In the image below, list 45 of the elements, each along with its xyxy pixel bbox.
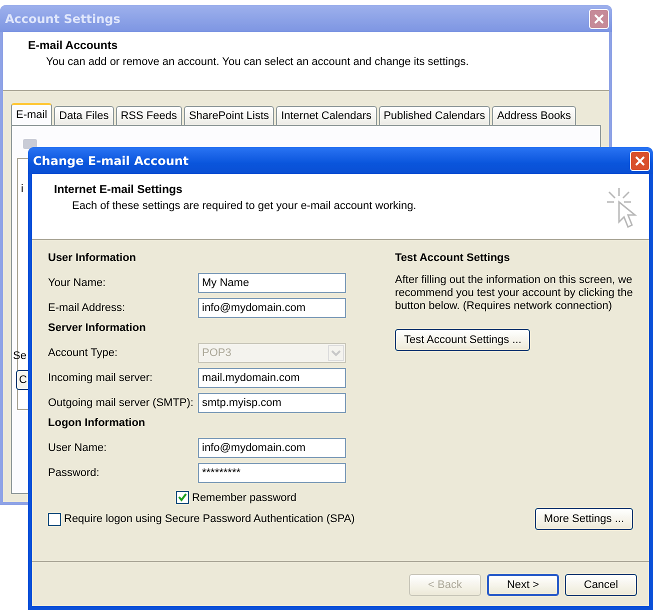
field-label: Account Type: — [48, 346, 119, 358]
input-field[interactable]: smtp.myisp.com — [198, 392, 346, 412]
tab[interactable]: RSS Feeds — [116, 106, 182, 125]
label-text: Se — [13, 350, 26, 362]
input-field[interactable]: My Name — [198, 272, 346, 292]
tab[interactable]: SharePoint Lists — [184, 106, 274, 125]
header-subtitle: Each of these settings are required to get your e-mail account working. — [71, 200, 416, 212]
close-button[interactable] — [630, 150, 650, 170]
header-title: E-mail Accounts — [28, 40, 119, 52]
checkbox[interactable] — [48, 512, 61, 526]
input-field[interactable]: info@mydomain.com — [198, 438, 346, 458]
field-label: Outgoing mail server (SMTP): — [48, 396, 194, 408]
input-field[interactable]: ********* — [198, 462, 346, 482]
tab[interactable]: Address Books — [492, 106, 576, 125]
checkbox-label: Require logon using Secure Password Authentication (SPA) — [64, 513, 355, 525]
toolbar-icon[interactable] — [22, 136, 38, 150]
field-label: Incoming mail server: — [48, 372, 154, 384]
checkbox[interactable] — [176, 491, 189, 504]
field-label: User Name: — [48, 442, 108, 454]
section-heading: Test Account Settings — [395, 252, 511, 264]
dialog-button[interactable]: Next > — [487, 574, 559, 596]
field-label: Password: — [48, 466, 100, 478]
section-heading: Server Information — [48, 322, 147, 334]
checkbox-label: Remember password — [192, 492, 297, 504]
tab[interactable]: Data Files — [54, 106, 114, 125]
section-heading: Logon Information — [48, 417, 146, 429]
tab[interactable]: Published Calendars — [378, 106, 490, 125]
info-text: After filling out the information on this screen, we recommend you test your account by clicking the button below. (Requires network connection) — [395, 274, 634, 313]
section-heading: User Information — [48, 252, 138, 264]
tab[interactable]: Internet Calendars — [276, 106, 377, 125]
header-title: Internet E-mail Settings — [54, 184, 184, 196]
field-label: Your Name: — [48, 276, 107, 288]
list-item[interactable]: i — [21, 183, 24, 195]
input-field[interactable]: info@mydomain.com — [198, 298, 346, 318]
test-settings-button[interactable]: Test Account Settings ... — [395, 329, 530, 351]
dialog-button[interactable]: Cancel — [565, 574, 637, 596]
more-settings-button[interactable]: More Settings ... — [534, 508, 633, 530]
field-label: E-mail Address: — [48, 302, 126, 314]
tab[interactable]: E-mail — [11, 103, 52, 125]
dialog-title: Change E-mail Account — [33, 154, 189, 168]
header-subtitle: You can add or remove an account. You can select an account and change its settings. — [45, 56, 470, 68]
close-icon — [594, 14, 604, 24]
close-icon — [635, 156, 645, 166]
window-title: Account Settings — [5, 12, 120, 26]
input-field[interactable]: mail.mydomain.com — [198, 368, 346, 388]
